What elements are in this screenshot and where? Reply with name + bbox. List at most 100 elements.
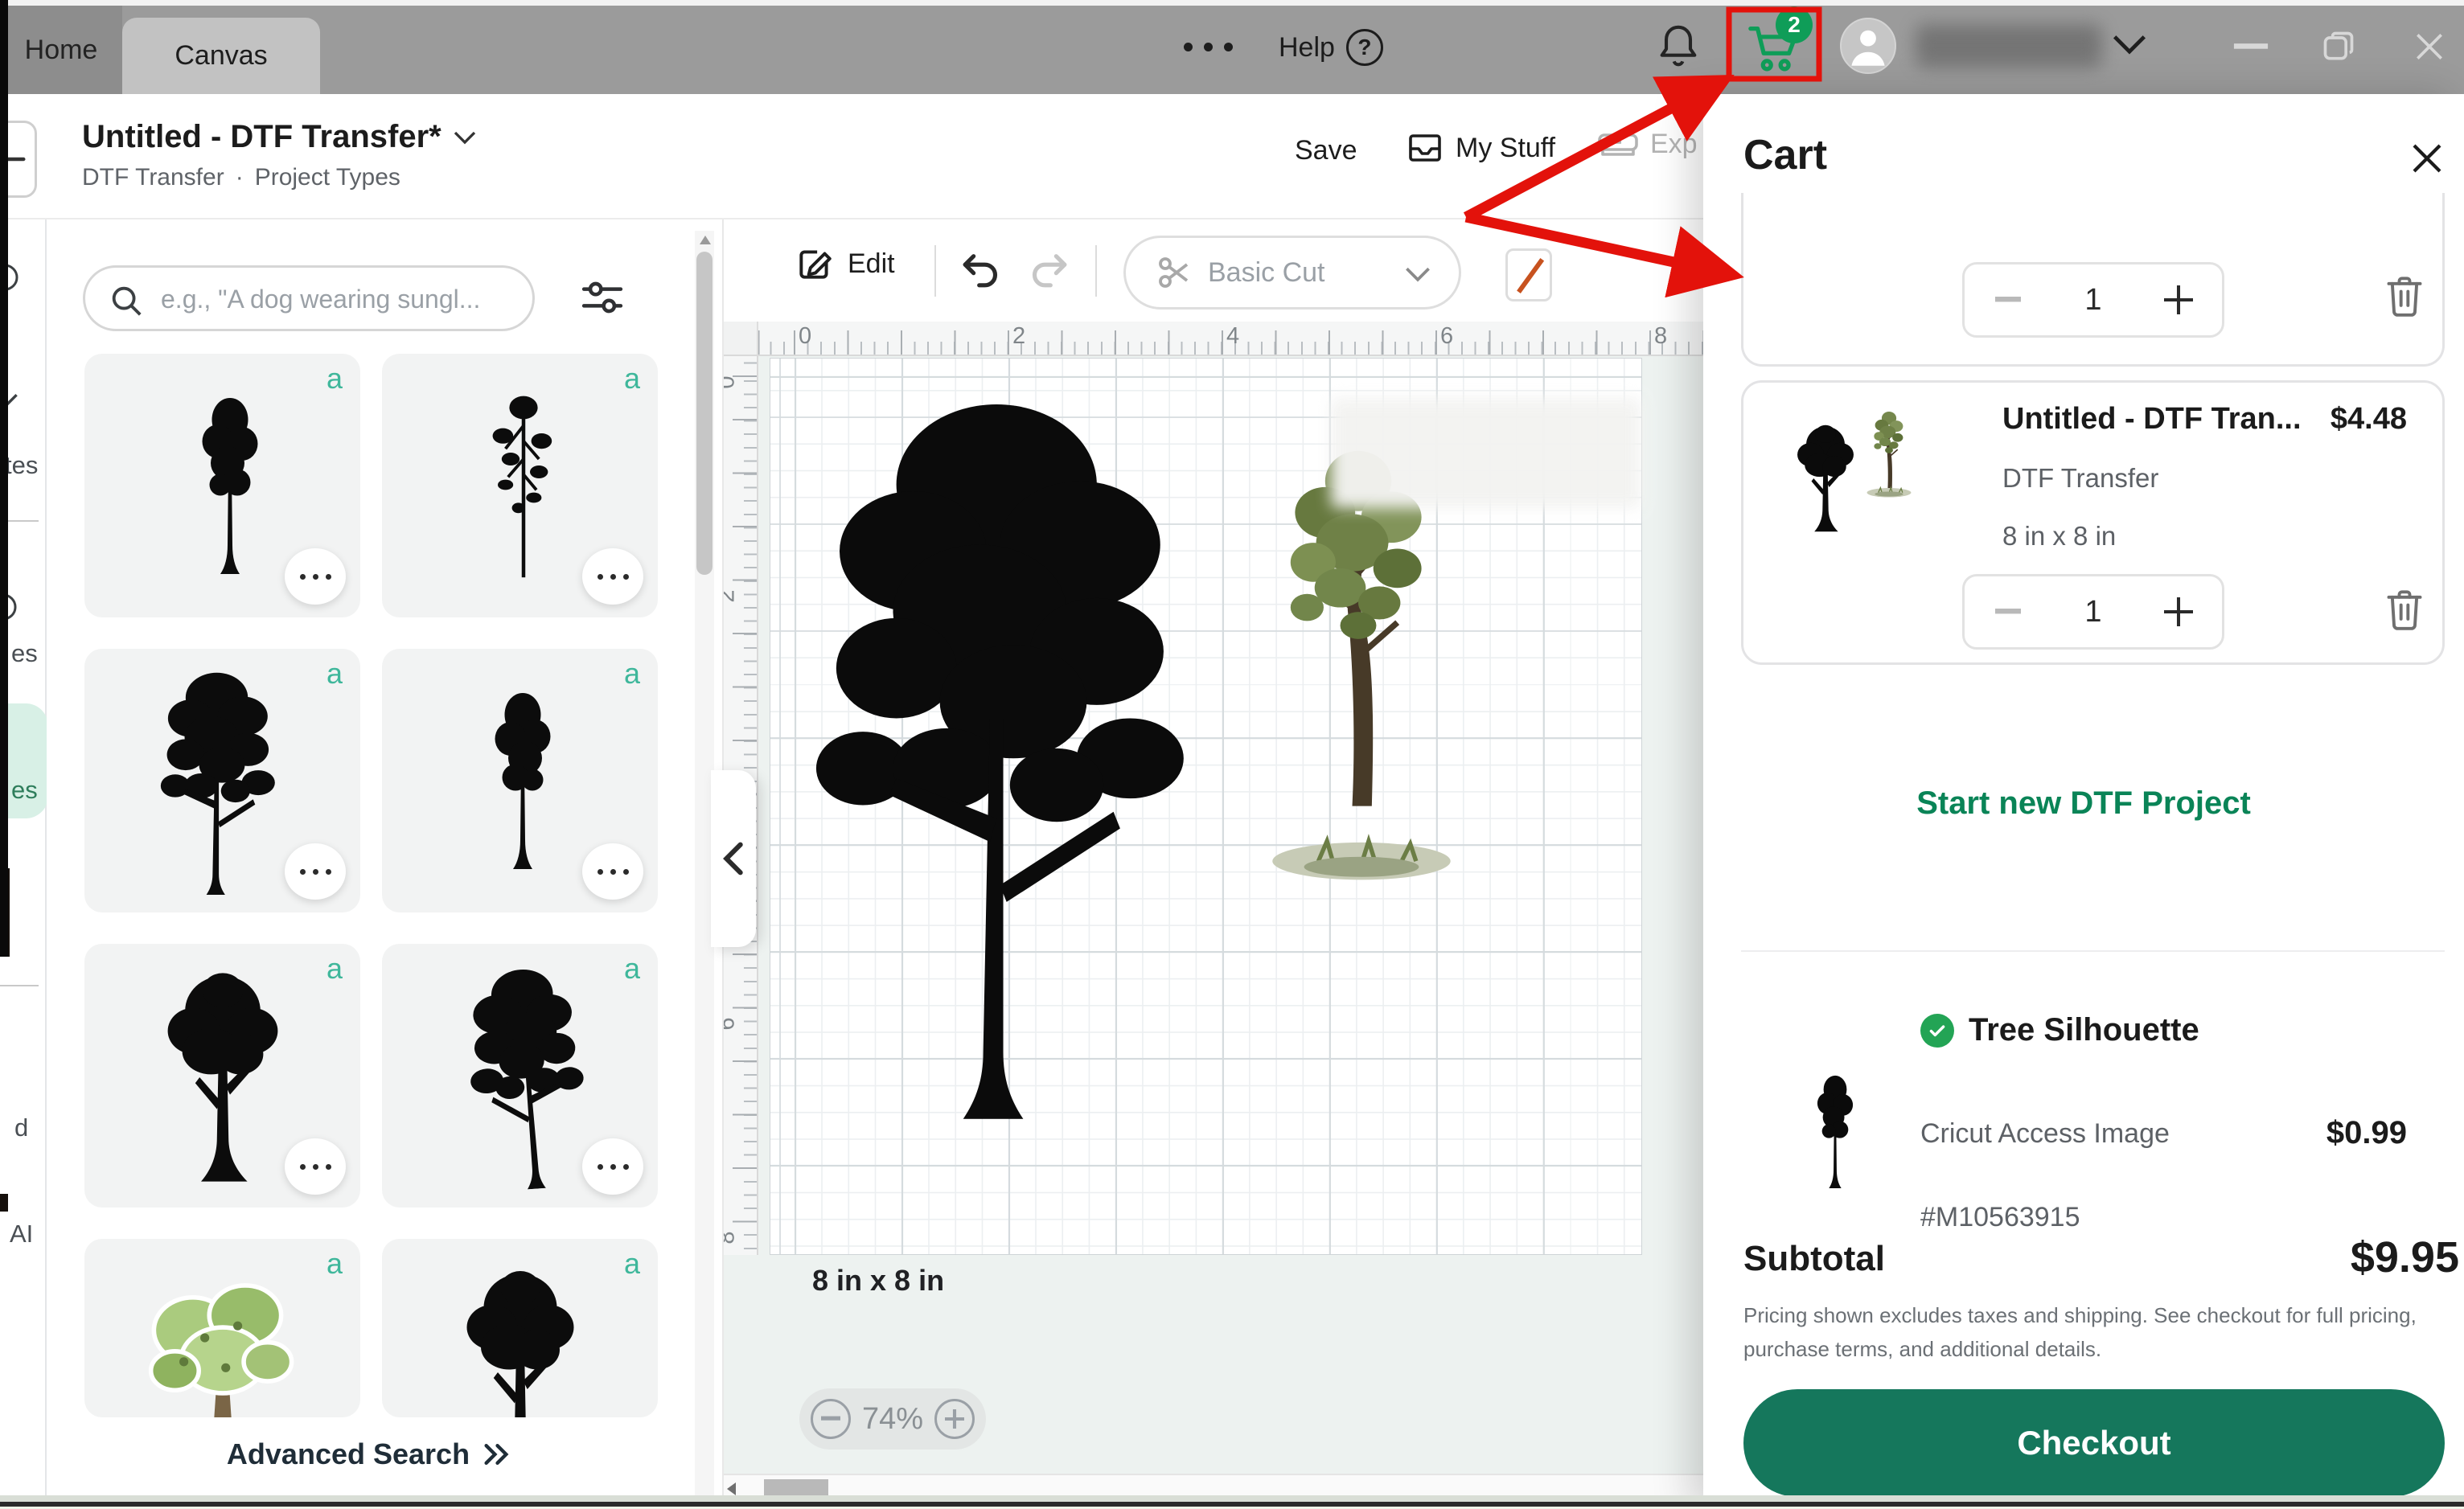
panel-scroll-up-arrow[interactable] xyxy=(700,236,711,244)
tree-image xyxy=(459,370,588,600)
access-item-thumbnail xyxy=(1797,1017,1874,1245)
access-badge-icon: a xyxy=(326,1247,343,1281)
operation-dropdown[interactable]: Basic Cut xyxy=(1123,236,1461,310)
canvas-tree-silhouette[interactable] xyxy=(796,378,1230,1126)
window-restore-button[interactable] xyxy=(2321,29,2356,64)
access-badge-icon: a xyxy=(624,1247,640,1281)
machine-icon xyxy=(1597,129,1639,160)
user-menu-chevron-down-icon[interactable] xyxy=(2112,32,2147,56)
breadcrumb-section[interactable]: Project Types xyxy=(255,164,400,191)
tile-more-options-button[interactable] xyxy=(582,843,643,900)
image-tile[interactable]: a xyxy=(382,354,658,617)
color-swatch[interactable] xyxy=(1505,248,1552,301)
rail-item-ai[interactable]: AI xyxy=(10,1220,33,1249)
breadcrumb: DTF Transfer · Project Types xyxy=(82,164,400,191)
image-tile[interactable]: a xyxy=(84,944,360,1208)
image-tile[interactable]: a xyxy=(84,649,360,912)
quantity-stepper: 1 xyxy=(1962,574,2224,650)
cart-item-thumbnail-black-tree xyxy=(1788,396,1862,561)
trash-icon[interactable] xyxy=(2384,272,2425,320)
image-tile[interactable]: a xyxy=(84,1239,360,1417)
rail-item-templates[interactable]: tes xyxy=(5,451,38,480)
breadcrumb-type[interactable]: DTF Transfer xyxy=(82,164,224,191)
rail-icon-fragment xyxy=(0,1194,8,1212)
access-badge-icon: a xyxy=(624,657,640,691)
overflow-menu-icon[interactable] xyxy=(1184,39,1248,55)
search-icon xyxy=(108,282,145,319)
search-box xyxy=(83,265,535,331)
dropdown-chevron-icon xyxy=(1404,265,1431,283)
notifications-bell-icon[interactable] xyxy=(1655,21,1702,72)
image-tile[interactable]: a xyxy=(382,649,658,912)
access-badge-icon: a xyxy=(624,952,640,986)
tree-image xyxy=(149,962,297,1193)
window-bottom-strip xyxy=(0,1495,2464,1502)
advanced-search-chevrons-icon xyxy=(483,1443,510,1466)
image-tile[interactable]: a xyxy=(84,354,360,617)
cart-close-icon[interactable] xyxy=(2408,139,2446,178)
cart-item-thumbnail-green-tree xyxy=(1866,407,1912,494)
access-badge-icon: a xyxy=(624,362,640,396)
inbox-icon xyxy=(1406,129,1444,167)
checkout-button[interactable]: Checkout xyxy=(1743,1389,2445,1497)
access-item-source: Cricut Access Image xyxy=(1920,1118,2170,1150)
scroll-left-arrow[interactable] xyxy=(727,1482,736,1495)
tile-more-options-button[interactable] xyxy=(582,548,643,605)
trash-icon[interactable] xyxy=(2384,585,2425,634)
access-badge-icon: a xyxy=(326,657,343,691)
access-badge-icon: a xyxy=(326,952,343,986)
zoom-control: 74% xyxy=(799,1388,986,1450)
quantity-decrease-button[interactable] xyxy=(1992,284,2024,316)
image-tile[interactable]: a xyxy=(382,944,658,1208)
quantity-value: 1 xyxy=(2084,595,2101,629)
window-close-button[interactable] xyxy=(2412,29,2447,64)
window-minimize-button[interactable] xyxy=(2232,42,2269,51)
edit-button[interactable]: Edit xyxy=(795,244,895,284)
panel-scrollbar-thumb[interactable] xyxy=(696,252,713,575)
toolbar-separator xyxy=(934,245,936,297)
filter-sliders-icon[interactable] xyxy=(581,277,624,318)
canvas-tree-grass-base xyxy=(1261,817,1462,894)
quantity-increase-button[interactable] xyxy=(2162,596,2195,628)
export-button[interactable]: Exp xyxy=(1597,129,1698,160)
tile-more-options-button[interactable] xyxy=(285,548,346,605)
redo-button[interactable] xyxy=(1026,247,1071,292)
avatar[interactable] xyxy=(1840,18,1896,74)
window-left-edge xyxy=(0,0,8,957)
search-input[interactable] xyxy=(159,273,516,326)
undo-button[interactable] xyxy=(959,247,1004,292)
cart-item-size: 8 in x 8 in xyxy=(2002,521,2116,552)
tab-canvas[interactable]: Canvas xyxy=(122,18,320,94)
rail-item-selected[interactable]: es xyxy=(11,776,38,805)
tree-image xyxy=(146,666,298,895)
window-top-edge xyxy=(8,0,2464,6)
check-circle-icon xyxy=(1920,1014,1954,1048)
cart-item-type: DTF Transfer xyxy=(2002,463,2158,494)
cart-item-thumbnail-grass xyxy=(1864,482,1914,500)
advanced-search-link[interactable]: Advanced Search xyxy=(47,1437,690,1471)
rail-item[interactable]: d xyxy=(14,1113,28,1142)
tab-home[interactable]: Home xyxy=(0,6,122,94)
save-button[interactable]: Save xyxy=(1295,135,1357,166)
quantity-stepper: 1 xyxy=(1962,262,2224,338)
panel-collapse-handle[interactable] xyxy=(711,770,756,947)
image-search-panel: a a a a a a xyxy=(47,219,724,1509)
access-item-name-row: Tree Silhouette xyxy=(1920,1012,2199,1048)
my-stuff-button[interactable]: My Stuff xyxy=(1406,129,1555,167)
cart-item: Untitled - DTF Tran... $4.48 DTF Transfe… xyxy=(1741,380,2445,665)
quantity-increase-button[interactable] xyxy=(2162,284,2195,316)
cart-item-price: $4.48 xyxy=(2331,402,2407,437)
image-tile[interactable]: a xyxy=(382,1239,658,1417)
start-new-dtf-project-link[interactable]: Start new DTF Project xyxy=(1703,785,2464,822)
quantity-decrease-button[interactable] xyxy=(1992,596,2024,628)
zoom-in-button[interactable] xyxy=(934,1399,975,1439)
rail-item[interactable]: es xyxy=(11,639,38,668)
project-title[interactable]: Untitled - DTF Transfer* xyxy=(82,119,477,155)
tree-image xyxy=(462,666,583,893)
user-name-blurred[interactable] xyxy=(1916,24,2102,68)
help-button[interactable]: Help ? xyxy=(1279,29,1383,66)
zoom-out-button[interactable] xyxy=(811,1399,851,1439)
tree-image xyxy=(448,956,598,1198)
pricing-disclaimer: Pricing shown excludes taxes and shippin… xyxy=(1743,1298,2451,1366)
scrollbar-thumb[interactable] xyxy=(764,1479,828,1497)
